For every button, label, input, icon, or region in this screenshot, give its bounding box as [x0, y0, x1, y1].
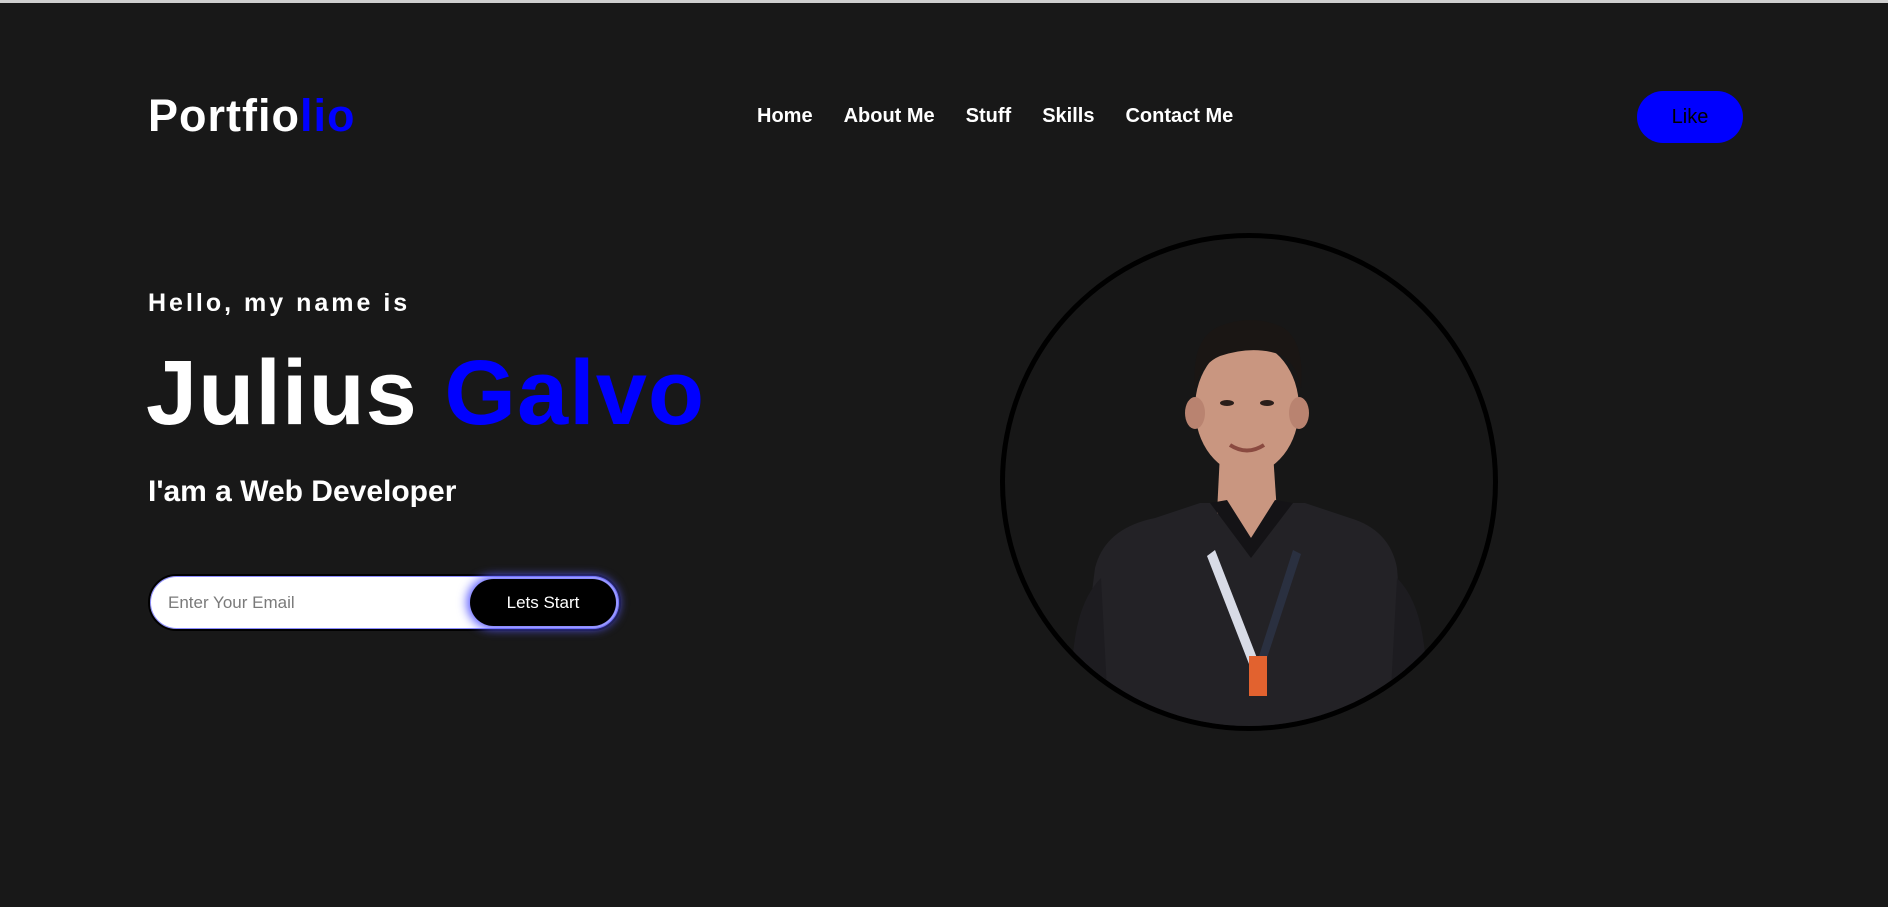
- email-input[interactable]: [168, 588, 458, 618]
- site-header: Portfiolio Home About Me Stuff Skills Co…: [0, 0, 1888, 232]
- hero-name: Julius Galvo: [146, 338, 705, 448]
- nav-stuff[interactable]: Stuff: [966, 103, 1012, 129]
- lets-start-button[interactable]: Lets Start: [470, 579, 616, 626]
- profile-photo: [1000, 233, 1498, 731]
- greeting-text: Hello, my name is: [148, 289, 411, 317]
- nav-home[interactable]: Home: [757, 103, 813, 129]
- main-nav: Home About Me Stuff Skills Contact Me: [757, 103, 1233, 129]
- nav-about-me[interactable]: About Me: [844, 103, 935, 129]
- first-name: Julius: [146, 342, 418, 444]
- logo-accent: lio: [299, 90, 356, 141]
- nav-skills[interactable]: Skills: [1042, 103, 1094, 129]
- logo-main: Portfio: [148, 90, 300, 141]
- email-signup-form: Lets Start: [148, 574, 621, 631]
- role-text: I'am a Web Developer: [148, 475, 457, 508]
- last-name: Galvo: [444, 342, 706, 444]
- nav-contact-me[interactable]: Contact Me: [1125, 103, 1233, 129]
- like-button[interactable]: Like: [1637, 91, 1743, 143]
- person-portrait-icon: [1063, 320, 1435, 726]
- site-logo[interactable]: Portfiolio: [148, 88, 355, 144]
